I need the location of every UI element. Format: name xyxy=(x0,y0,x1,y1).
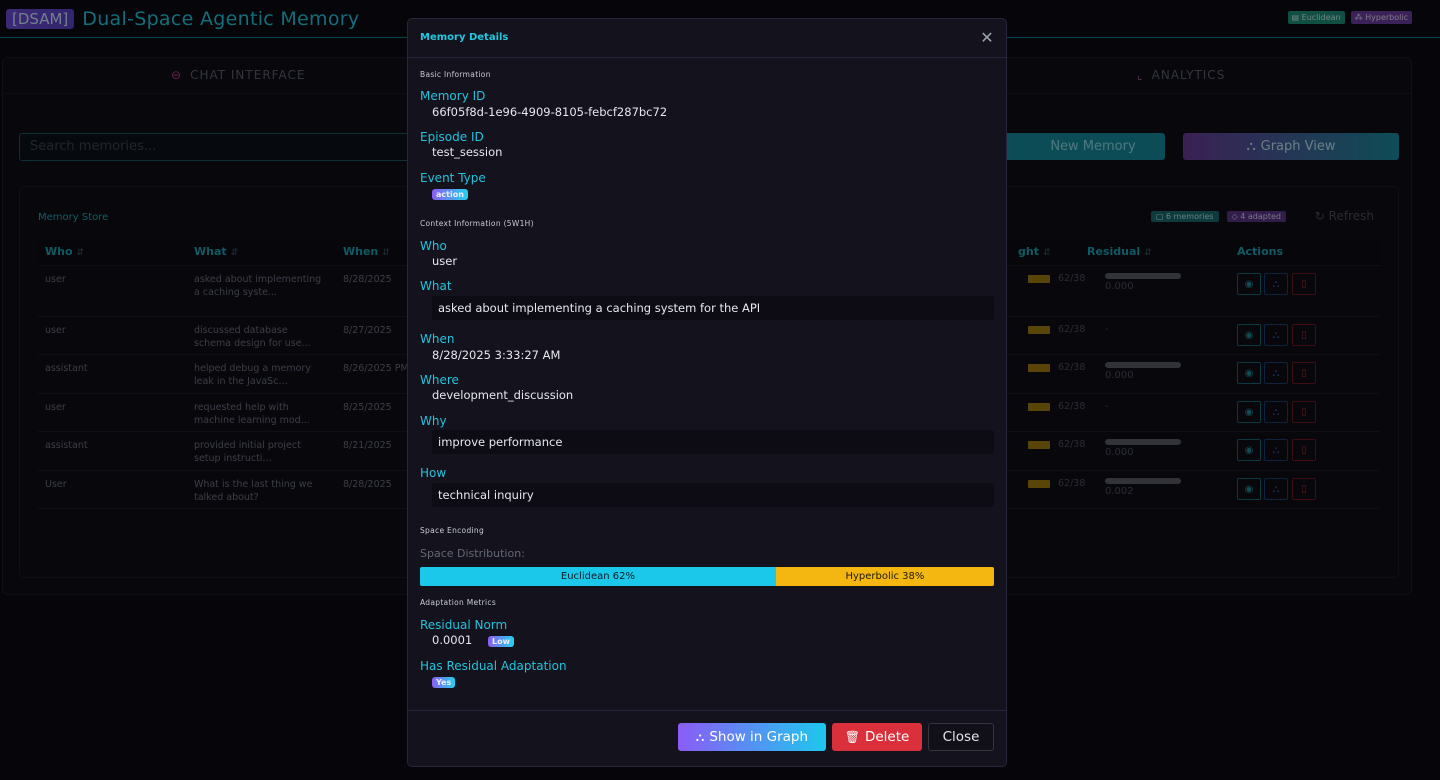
modal-header: Memory Details ✕ xyxy=(408,19,1006,58)
space-distribution-label: Space Distribution: xyxy=(420,547,525,560)
section-basic: Basic Information xyxy=(420,70,491,79)
section-space: Space Encoding xyxy=(420,526,485,535)
show-in-graph-button[interactable]: ⛬ Show in Graph xyxy=(678,723,826,751)
has-adaptation-badge: Yes xyxy=(432,677,456,688)
how-value: technical inquiry xyxy=(432,483,994,507)
who-value: user xyxy=(432,254,458,268)
who-label: Who xyxy=(420,239,447,253)
what-label: What xyxy=(420,279,452,293)
why-value: improve performance xyxy=(432,430,994,454)
when-label: When xyxy=(420,332,455,346)
event-type-badge: action xyxy=(432,189,468,200)
close-icon[interactable]: ✕ xyxy=(978,28,996,47)
when-value: 8/28/2025 3:33:27 AM xyxy=(432,348,561,362)
delete-button[interactable]: 🗑 Delete xyxy=(832,723,922,751)
trash-icon: 🗑 xyxy=(844,730,860,744)
memory-details-modal: Memory Details ✕ Basic Information Memor… xyxy=(407,18,1007,767)
event-type-label: Event Type xyxy=(420,171,486,185)
euclidean-segment: Euclidean 62% xyxy=(420,567,776,586)
graph-icon: ⛬ xyxy=(695,729,705,744)
episode-id-value: test_session xyxy=(432,145,503,159)
how-label: How xyxy=(420,466,447,480)
modal-title: Memory Details xyxy=(420,32,509,43)
memory-id-value: 66f05f8d-1e96-4909-8105-febcf287bc72 xyxy=(432,105,668,119)
has-adaptation-label: Has Residual Adaptation xyxy=(420,659,567,673)
residual-norm-label: Residual Norm xyxy=(420,618,508,632)
episode-id-label: Episode ID xyxy=(420,130,484,144)
section-adaptation: Adaptation Metrics xyxy=(420,598,497,607)
close-button[interactable]: Close xyxy=(928,723,994,751)
residual-level-badge: Low xyxy=(488,636,514,647)
why-label: Why xyxy=(420,414,447,428)
where-value: development_discussion xyxy=(432,388,574,402)
space-distribution-bar: Euclidean 62% Hyperbolic 38% xyxy=(420,567,994,586)
residual-norm-value: 0.0001 xyxy=(432,633,473,647)
memory-id-label: Memory ID xyxy=(420,89,486,103)
section-context: Context Information (5W1H) xyxy=(420,219,534,228)
what-value: asked about implementing a caching syste… xyxy=(432,296,994,320)
where-label: Where xyxy=(420,373,459,387)
modal-footer: ⛬ Show in Graph 🗑 Delete Close xyxy=(408,710,1006,766)
hyperbolic-segment: Hyperbolic 38% xyxy=(775,567,994,586)
